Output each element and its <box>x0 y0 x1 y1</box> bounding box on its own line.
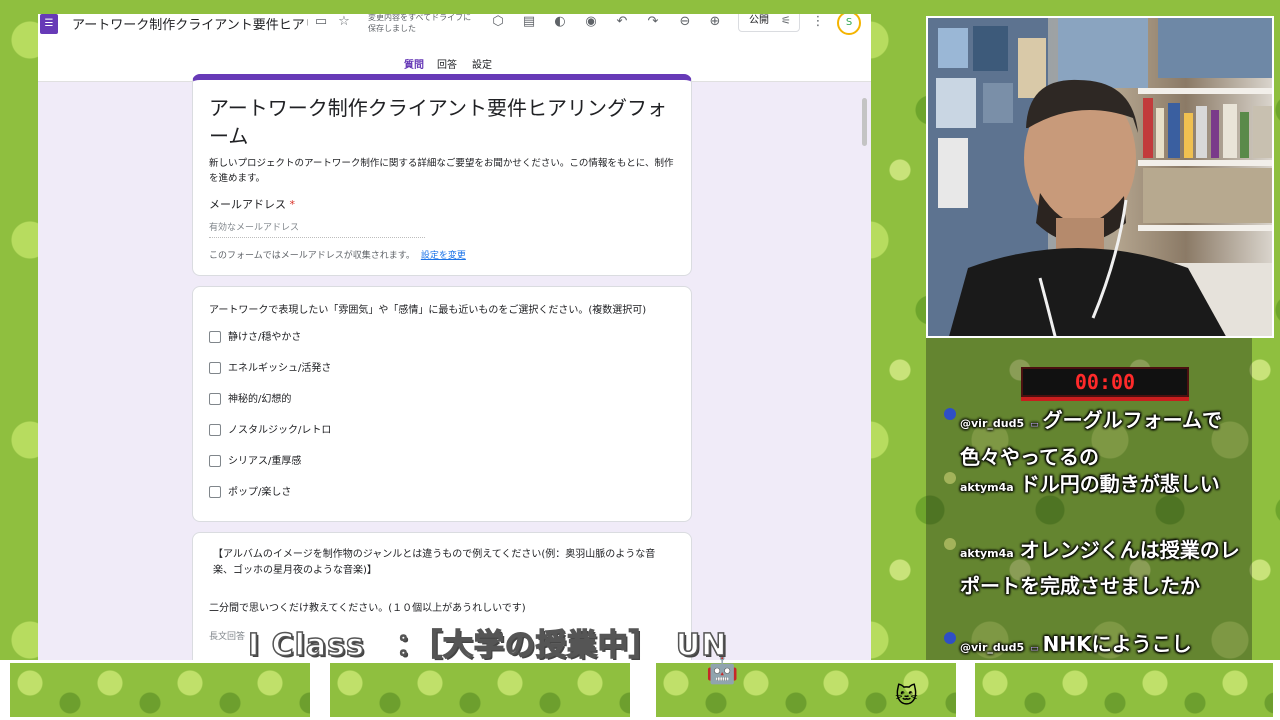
more-options-icon[interactable]: ⋮ <box>809 14 827 30</box>
checkbox-option[interactable]: 静けさ/穏やかさ <box>209 331 301 345</box>
content-icon[interactable]: ▤ <box>520 14 538 30</box>
chat-message: aktym4a ドル円の動きが悲しい <box>944 468 1244 504</box>
folder-icon[interactable]: ▭ <box>312 14 330 30</box>
save-status: 変更内容をすべてドライブに保存しました <box>368 14 472 33</box>
scrollbar[interactable] <box>862 98 867 146</box>
question-title[interactable]: 【アルバムのイメージを制作物のジャンルとは違うもので例えてください(例：奥羽山脈… <box>213 547 673 579</box>
option-label: ポップ/楽しさ <box>228 487 292 498</box>
user-avatar-icon <box>944 538 956 550</box>
webcam-scene <box>928 18 1272 336</box>
checkbox[interactable] <box>209 362 221 374</box>
email-collection-note: このフォームではメールアドレスが収集されます。 設定を変更 <box>209 248 466 261</box>
user-avatar-icon <box>944 632 956 644</box>
bottom-panel <box>329 662 631 718</box>
account-avatar[interactable]: S <box>837 14 861 35</box>
option-label: シリアス/重厚感 <box>228 456 302 467</box>
cat-sprite-icon: 🐱 <box>895 684 918 709</box>
checkbox[interactable] <box>209 455 221 467</box>
forms-logo-icon[interactable]: ☰ <box>40 14 58 34</box>
stream-caption: I Class ：［大学の授業中］ UN <box>247 627 728 664</box>
checkbox-option[interactable]: エネルギッシュ/活発さ <box>209 362 331 376</box>
chat-message: aktym4a オレンジくんは授業のレポートを完成させましたか <box>944 534 1244 602</box>
checkbox-option[interactable]: 神秘的/幻想的 <box>209 393 291 407</box>
form-title[interactable]: アートワーク制作クライアント要件ヒアリングフォーム <box>209 94 679 150</box>
redo-icon[interactable]: ↷ <box>644 14 662 30</box>
star-icon[interactable]: ☆ <box>335 14 353 30</box>
timer-bar <box>1021 397 1189 401</box>
link-icon[interactable]: ⊖ <box>676 14 694 30</box>
option-label: 静けさ/穏やかさ <box>228 332 302 343</box>
chat-message: @vir_dud5 ▭ グーグルフォームで色々やってるの <box>944 404 1244 473</box>
checkbox-option[interactable]: ノスタルジック/レトロ <box>209 424 331 438</box>
checkbox-option[interactable]: ポップ/楽しさ <box>209 486 291 500</box>
document-title[interactable]: アートワーク制作クライアント要件ヒアリン <box>72 14 308 33</box>
chat-username: @vir_dud5 <box>960 417 1025 430</box>
form-header-card[interactable]: アートワーク制作クライアント要件ヒアリングフォーム 新しいプロジェクトのアートワ… <box>192 74 692 276</box>
form-description[interactable]: 新しいプロジェクトのアートワーク制作に関する詳細なご要望をお聞かせください。この… <box>209 156 679 186</box>
member-badge-icon: ▭ <box>1030 420 1039 430</box>
change-setting-link[interactable]: 設定を変更 <box>421 251 466 261</box>
add-collaborator-icon[interactable]: ⊕ <box>706 14 724 30</box>
email-note-text: このフォームではメールアドレスが収集されます。 <box>209 251 415 261</box>
option-label: 神秘的/幻想的 <box>228 394 292 405</box>
chat-username: @vir_dud5 <box>960 641 1025 654</box>
checkbox[interactable] <box>209 424 221 436</box>
chat-text: NHKにようこし <box>1042 632 1192 656</box>
email-field[interactable]: 有効なメールアドレス <box>209 220 425 238</box>
tab-responses[interactable]: 回答 <box>437 56 457 71</box>
checkbox[interactable] <box>209 486 221 498</box>
bottom-panel <box>974 662 1274 718</box>
bottom-panel <box>9 662 311 718</box>
timer-display: 00:00 <box>1021 367 1189 397</box>
option-label: ノスタルジック/レトロ <box>228 425 332 436</box>
chat-username: aktym4a <box>960 481 1014 494</box>
member-badge-icon: ▭ <box>1030 644 1039 654</box>
question-title[interactable]: アートワークで表現したい「雰囲気」や「感情」に最も近いものをご選択ください。(複… <box>209 301 689 316</box>
chat-message: @vir_dud5 ▭ NHKにようこし <box>944 628 1244 660</box>
email-label: メールアドレス * <box>209 196 295 212</box>
publish-label: 公開 <box>749 15 769 26</box>
long-answer-field[interactable]: 長文回答 <box>209 629 245 642</box>
tab-questions[interactable]: 質問 <box>404 56 424 71</box>
checkbox[interactable] <box>209 331 221 343</box>
forms-window: ☰ アートワーク制作クライアント要件ヒアリン ▭ ☆ 変更内容をすべてドライブに… <box>38 14 871 662</box>
preview-eye-icon[interactable]: ◉ <box>582 14 600 30</box>
webcam-feed <box>926 16 1274 338</box>
customize-theme-icon[interactable]: ⬡ <box>489 14 507 30</box>
publish-settings-icon: ⚟ <box>781 14 791 27</box>
question-card-mood[interactable]: アートワークで表現したい「雰囲気」や「感情」に最も近いものをご選択ください。(複… <box>192 286 692 522</box>
required-mark: * <box>289 198 296 211</box>
publish-button[interactable]: 公開 ⚟ <box>738 14 800 32</box>
user-avatar-icon <box>944 408 956 420</box>
tab-settings[interactable]: 設定 <box>472 56 492 71</box>
checkbox-option[interactable]: シリアス/重厚感 <box>209 455 301 469</box>
option-label: エネルギッシュ/活発さ <box>228 363 332 374</box>
palette-icon[interactable]: ◐ <box>551 14 569 30</box>
user-avatar-icon <box>944 472 956 484</box>
chat-username: aktym4a <box>960 547 1014 560</box>
undo-icon[interactable]: ↶ <box>613 14 631 30</box>
chat-text: ドル円の動きが悲しい <box>1019 472 1220 496</box>
checkbox[interactable] <box>209 393 221 405</box>
email-label-text: メールアドレス <box>209 198 286 211</box>
question-description[interactable]: 二分間で思いつくだけ教えてください。(１０個以上があうれしいです) <box>209 599 526 614</box>
